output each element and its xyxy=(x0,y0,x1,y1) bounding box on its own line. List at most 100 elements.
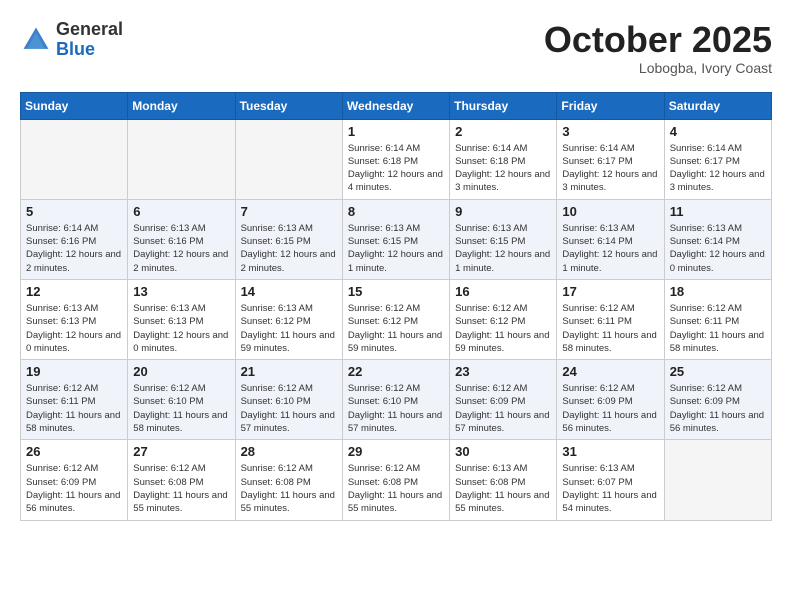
calendar-day-cell: 12 Sunrise: 6:13 AM Sunset: 6:13 PM Dayli… xyxy=(21,279,128,359)
weekday-header-friday: Friday xyxy=(557,92,664,119)
calendar-day-cell: 16 Sunrise: 6:12 AM Sunset: 6:12 PM Dayli… xyxy=(450,279,557,359)
day-number: 18 xyxy=(670,284,766,299)
day-number: 10 xyxy=(562,204,658,219)
day-number: 14 xyxy=(241,284,337,299)
calendar-day-cell: 30 Sunrise: 6:13 AM Sunset: 6:08 PM Dayli… xyxy=(450,440,557,520)
day-info: Sunrise: 6:13 AM Sunset: 6:08 PM Dayligh… xyxy=(455,462,551,515)
day-info: Sunrise: 6:13 AM Sunset: 6:15 PM Dayligh… xyxy=(241,222,337,275)
day-info: Sunrise: 6:14 AM Sunset: 6:18 PM Dayligh… xyxy=(348,142,444,195)
day-number: 11 xyxy=(670,204,766,219)
day-number: 8 xyxy=(348,204,444,219)
day-number: 29 xyxy=(348,444,444,459)
day-info: Sunrise: 6:13 AM Sunset: 6:16 PM Dayligh… xyxy=(133,222,229,275)
location: Lobogba, Ivory Coast xyxy=(544,60,772,76)
day-info: Sunrise: 6:12 AM Sunset: 6:10 PM Dayligh… xyxy=(133,382,229,435)
day-info: Sunrise: 6:12 AM Sunset: 6:09 PM Dayligh… xyxy=(562,382,658,435)
calendar-day-cell: 17 Sunrise: 6:12 AM Sunset: 6:11 PM Dayli… xyxy=(557,279,664,359)
day-info: Sunrise: 6:12 AM Sunset: 6:11 PM Dayligh… xyxy=(26,382,122,435)
day-number: 30 xyxy=(455,444,551,459)
logo-blue-text: Blue xyxy=(56,39,95,59)
calendar-day-cell: 9 Sunrise: 6:13 AM Sunset: 6:15 PM Daylig… xyxy=(450,199,557,279)
calendar-day-cell: 3 Sunrise: 6:14 AM Sunset: 6:17 PM Daylig… xyxy=(557,119,664,199)
day-info: Sunrise: 6:13 AM Sunset: 6:14 PM Dayligh… xyxy=(670,222,766,275)
day-info: Sunrise: 6:13 AM Sunset: 6:15 PM Dayligh… xyxy=(348,222,444,275)
day-number: 3 xyxy=(562,124,658,139)
day-info: Sunrise: 6:12 AM Sunset: 6:11 PM Dayligh… xyxy=(562,302,658,355)
calendar-week-row: 26 Sunrise: 6:12 AM Sunset: 6:09 PM Dayli… xyxy=(21,440,772,520)
calendar-day-cell: 29 Sunrise: 6:12 AM Sunset: 6:08 PM Dayli… xyxy=(342,440,449,520)
calendar-table: SundayMondayTuesdayWednesdayThursdayFrid… xyxy=(20,92,772,521)
calendar-day-cell xyxy=(128,119,235,199)
calendar-day-cell xyxy=(235,119,342,199)
day-number: 12 xyxy=(26,284,122,299)
logo-general-text: General xyxy=(56,19,123,39)
day-number: 24 xyxy=(562,364,658,379)
calendar-week-row: 5Sunrise: 6:14 AM Sunset: 6:16 PM Daylig… xyxy=(21,199,772,279)
day-number: 31 xyxy=(562,444,658,459)
calendar-day-cell: 13Sunrise: 6:13 AM Sunset: 6:13 PM Dayli… xyxy=(128,279,235,359)
day-info: Sunrise: 6:13 AM Sunset: 6:13 PM Dayligh… xyxy=(26,302,122,355)
calendar-day-cell: 24 Sunrise: 6:12 AM Sunset: 6:09 PM Dayli… xyxy=(557,360,664,440)
logo: General Blue xyxy=(20,20,123,60)
day-number: 7 xyxy=(241,204,337,219)
calendar-day-cell: 4Sunrise: 6:14 AM Sunset: 6:17 PM Daylig… xyxy=(664,119,771,199)
day-number: 16 xyxy=(455,284,551,299)
day-number: 20 xyxy=(133,364,229,379)
calendar-week-row: 12 Sunrise: 6:13 AM Sunset: 6:13 PM Dayli… xyxy=(21,279,772,359)
calendar-day-cell: 19 Sunrise: 6:12 AM Sunset: 6:11 PM Dayli… xyxy=(21,360,128,440)
day-number: 15 xyxy=(348,284,444,299)
calendar-day-cell: 15 Sunrise: 6:12 AM Sunset: 6:12 PM Dayli… xyxy=(342,279,449,359)
calendar-day-cell: 26 Sunrise: 6:12 AM Sunset: 6:09 PM Dayli… xyxy=(21,440,128,520)
day-info: Sunrise: 6:13 AM Sunset: 6:15 PM Dayligh… xyxy=(455,222,551,275)
calendar-day-cell: 21 Sunrise: 6:12 AM Sunset: 6:10 PM Dayli… xyxy=(235,360,342,440)
day-info: Sunrise: 6:12 AM Sunset: 6:12 PM Dayligh… xyxy=(455,302,551,355)
day-info: Sunrise: 6:12 AM Sunset: 6:10 PM Dayligh… xyxy=(348,382,444,435)
day-info: Sunrise: 6:13 AM Sunset: 6:07 PM Dayligh… xyxy=(562,462,658,515)
calendar-day-cell: 25 Sunrise: 6:12 AM Sunset: 6:09 PM Dayli… xyxy=(664,360,771,440)
calendar-day-cell: 5Sunrise: 6:14 AM Sunset: 6:16 PM Daylig… xyxy=(21,199,128,279)
day-info: Sunrise: 6:12 AM Sunset: 6:08 PM Dayligh… xyxy=(241,462,337,515)
day-number: 2 xyxy=(455,124,551,139)
title-block: October 2025 Lobogba, Ivory Coast xyxy=(544,20,772,76)
month-title: October 2025 xyxy=(544,20,772,60)
day-number: 1 xyxy=(348,124,444,139)
day-number: 21 xyxy=(241,364,337,379)
day-number: 13 xyxy=(133,284,229,299)
calendar-day-cell xyxy=(664,440,771,520)
day-number: 9 xyxy=(455,204,551,219)
page-header: General Blue October 2025 Lobogba, Ivory… xyxy=(20,20,772,76)
day-number: 19 xyxy=(26,364,122,379)
calendar-day-cell: 10 Sunrise: 6:13 AM Sunset: 6:14 PM Dayli… xyxy=(557,199,664,279)
calendar-day-cell: 22Sunrise: 6:12 AM Sunset: 6:10 PM Dayli… xyxy=(342,360,449,440)
calendar-day-cell: 1 Sunrise: 6:14 AM Sunset: 6:18 PM Daylig… xyxy=(342,119,449,199)
weekday-header-wednesday: Wednesday xyxy=(342,92,449,119)
day-info: Sunrise: 6:13 AM Sunset: 6:14 PM Dayligh… xyxy=(562,222,658,275)
weekday-header-tuesday: Tuesday xyxy=(235,92,342,119)
day-info: Sunrise: 6:12 AM Sunset: 6:09 PM Dayligh… xyxy=(26,462,122,515)
day-info: Sunrise: 6:12 AM Sunset: 6:08 PM Dayligh… xyxy=(348,462,444,515)
weekday-header-row: SundayMondayTuesdayWednesdayThursdayFrid… xyxy=(21,92,772,119)
calendar-day-cell: 8 Sunrise: 6:13 AM Sunset: 6:15 PM Daylig… xyxy=(342,199,449,279)
logo-icon xyxy=(20,24,52,56)
weekday-header-thursday: Thursday xyxy=(450,92,557,119)
day-info: Sunrise: 6:13 AM Sunset: 6:12 PM Dayligh… xyxy=(241,302,337,355)
day-info: Sunrise: 6:12 AM Sunset: 6:11 PM Dayligh… xyxy=(670,302,766,355)
day-info: Sunrise: 6:12 AM Sunset: 6:08 PM Dayligh… xyxy=(133,462,229,515)
day-info: Sunrise: 6:12 AM Sunset: 6:12 PM Dayligh… xyxy=(348,302,444,355)
day-info: Sunrise: 6:14 AM Sunset: 6:18 PM Dayligh… xyxy=(455,142,551,195)
calendar-day-cell: 18 Sunrise: 6:12 AM Sunset: 6:11 PM Dayli… xyxy=(664,279,771,359)
day-info: Sunrise: 6:12 AM Sunset: 6:10 PM Dayligh… xyxy=(241,382,337,435)
day-number: 25 xyxy=(670,364,766,379)
day-info: Sunrise: 6:14 AM Sunset: 6:17 PM Dayligh… xyxy=(562,142,658,195)
calendar-day-cell xyxy=(21,119,128,199)
day-number: 27 xyxy=(133,444,229,459)
day-info: Sunrise: 6:12 AM Sunset: 6:09 PM Dayligh… xyxy=(670,382,766,435)
day-number: 5 xyxy=(26,204,122,219)
day-number: 17 xyxy=(562,284,658,299)
day-number: 26 xyxy=(26,444,122,459)
calendar-week-row: 19 Sunrise: 6:12 AM Sunset: 6:11 PM Dayli… xyxy=(21,360,772,440)
calendar-day-cell: 20 Sunrise: 6:12 AM Sunset: 6:10 PM Dayli… xyxy=(128,360,235,440)
day-number: 6 xyxy=(133,204,229,219)
day-info: Sunrise: 6:14 AM Sunset: 6:17 PM Dayligh… xyxy=(670,142,766,195)
calendar-day-cell: 6 Sunrise: 6:13 AM Sunset: 6:16 PM Daylig… xyxy=(128,199,235,279)
